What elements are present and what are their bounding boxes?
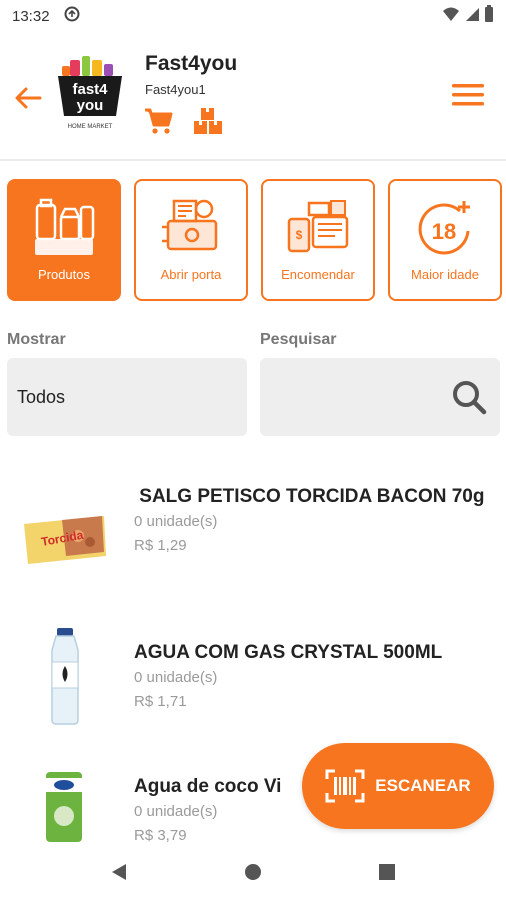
svg-text:HOME MARKET: HOME MARKET [68,124,113,130]
sync-icon [64,6,80,26]
snack-bag-image: Torcida [24,516,106,564]
tile-label: Abrir porta [160,267,222,282]
back-arrow-icon [15,87,42,109]
tile-label: Encomendar [281,267,355,282]
svg-text:18: 18 [432,219,456,244]
status-bar: 13:32 [0,0,506,32]
wifi-icon [442,6,460,26]
boxes-icon[interactable] [193,107,223,140]
tile-maior-idade[interactable]: 18 Maior idade [388,179,502,301]
product-item[interactable]: AGUA COM GAS CRYSTAL 500ML 0 unidade(s) … [0,626,506,746]
products-icon [35,198,95,255]
age-18-plus-icon: 18 [418,201,470,255]
tile-label: Produtos [37,267,91,282]
store-name: Fast4you [145,52,238,75]
barcode-scan-icon [325,769,365,803]
product-item[interactable]: Torcida SALG PETISCO TORCIDA BACON 70g 0… [0,478,506,598]
product-price: R$ 1,71 [134,693,187,710]
svg-text:$: $ [296,228,303,242]
store-header: fast4 you HOME MARKET Fast4you Fast4you1 [0,32,506,160]
show-filter-select[interactable]: Todos [7,358,247,436]
order-icon: $ [287,200,349,253]
search-label: Pesquisar [260,331,337,348]
header-divider [0,159,506,161]
product-price: R$ 1,29 [134,537,187,554]
tile-produtos[interactable]: Produtos [7,179,121,301]
tile-label: Maior idade [411,267,479,282]
cart-icon[interactable] [143,107,173,140]
coconut-water-can-image [46,772,82,842]
product-quantity: 0 unidade(s) [134,513,218,530]
signal-icon [464,6,480,26]
store-user-name: Fast4you1 [145,82,206,97]
nav-home-icon [245,864,261,880]
system-nav-bar [0,844,506,900]
show-filter-label: Mostrar [7,331,66,348]
nav-recents-icon [379,864,395,880]
water-bottle-image [51,628,79,725]
tile-encomendar[interactable]: $ Encomendar [261,179,375,301]
back-button[interactable] [10,80,46,116]
search-input[interactable] [270,382,440,412]
tile-abrir-porta[interactable]: Abrir porta [134,179,248,301]
menu-button[interactable] [450,80,486,112]
status-time: 13:32 [12,7,50,25]
svg-text:you: you [77,97,104,114]
nav-back-button[interactable] [107,860,131,884]
nav-home-button[interactable] [241,860,265,884]
scan-button[interactable]: ESCANEAR [302,743,494,829]
nav-back-icon [112,864,126,880]
search-field[interactable] [260,358,500,436]
store-logo: fast4 you HOME MARKET [52,54,128,142]
scan-button-label: ESCANEAR [375,776,471,795]
product-name: AGUA COM GAS CRYSTAL 500ML [134,642,443,663]
product-quantity: 0 unidade(s) [134,669,218,686]
open-door-icon [162,199,218,251]
nav-recents-button[interactable] [375,860,399,884]
action-tiles: Produtos Abrir porta $ Encomendar 18 Mai… [7,179,502,301]
hamburger-menu-icon [452,84,484,106]
svg-text:fast4: fast4 [72,81,108,98]
product-name: SALG PETISCO TORCIDA BACON 70g [134,486,485,507]
show-filter-value: Todos [17,386,66,407]
search-icon[interactable] [450,378,488,416]
battery-icon [484,5,494,27]
